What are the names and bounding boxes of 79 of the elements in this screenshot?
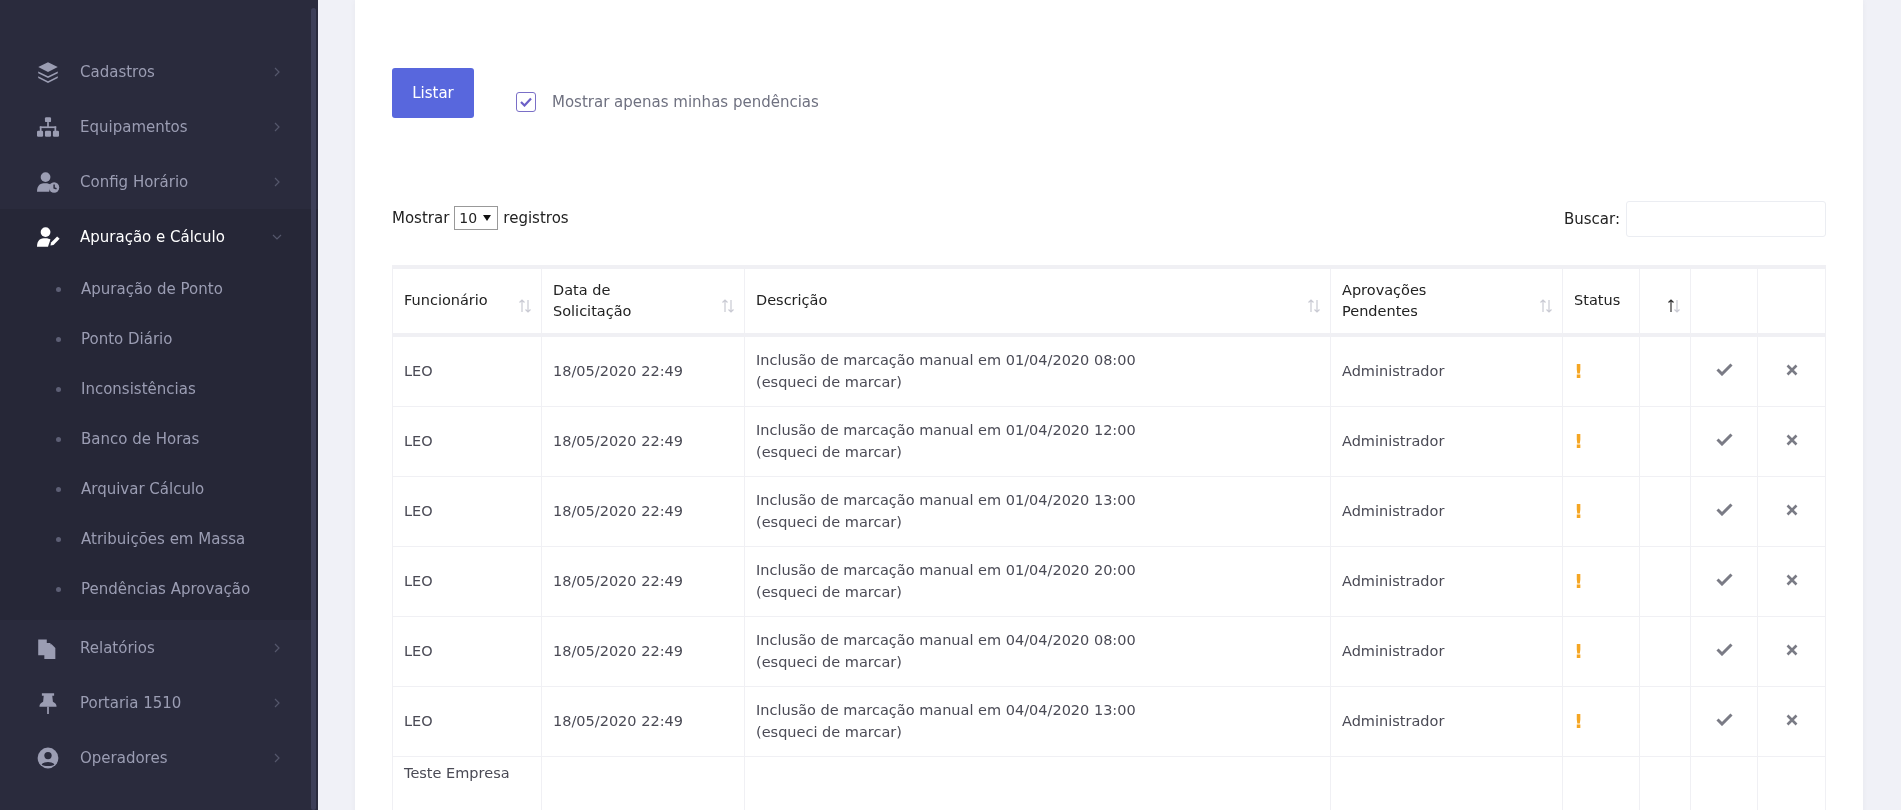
sort-icon[interactable] <box>1667 299 1681 313</box>
user-clock-icon <box>36 170 60 193</box>
submenu-item[interactable]: Inconsistências <box>0 364 318 414</box>
pending-approver: Administrador <box>1342 503 1445 519</box>
chevron-right-icon <box>272 697 282 708</box>
request-description: Inclusão de marcação manual em 01/04/2020 08:00 (esqueci de marcar) <box>756 351 1137 392</box>
reject-x-icon[interactable] <box>1785 364 1798 376</box>
chevron-right-icon <box>272 176 282 187</box>
employee-name: Teste Empresa <box>404 765 510 781</box>
sidebar-item[interactable]: Cadastros <box>0 44 318 99</box>
approve-check-icon[interactable] <box>1715 433 1733 446</box>
request-date: 18/05/2020 22:49 <box>553 363 683 379</box>
employee-name: LEO <box>404 363 433 379</box>
request-description: Inclusão de marcação manual em 04/04/2020 08:00 (esqueci de marcar) <box>756 631 1137 672</box>
chevron-right-icon <box>272 66 282 77</box>
submenu-item[interactable]: Apuração de Ponto <box>0 264 318 314</box>
checkbox[interactable] <box>516 92 536 112</box>
request-description: Inclusão de marcação manual em 04/04/2020 13:00 (esqueci de marcar) <box>756 701 1137 742</box>
employee-name: LEO <box>404 643 433 659</box>
dropdown-arrow-icon <box>483 215 492 221</box>
checkbox-label: Mostrar apenas minhas pendências <box>552 93 819 111</box>
layers-icon <box>36 60 60 83</box>
status-pending: ! <box>1574 429 1584 453</box>
approve-check-icon[interactable] <box>1715 363 1733 376</box>
pending-approver: Administrador <box>1342 713 1445 729</box>
user-circle-icon <box>36 746 60 769</box>
sidebar-item[interactable]: Config Horário <box>0 154 318 209</box>
reject-x-icon[interactable] <box>1785 714 1798 726</box>
pending-approver: Administrador <box>1342 433 1445 449</box>
approve-check-icon[interactable] <box>1715 503 1733 516</box>
submenu-item[interactable]: Atribuições em Massa <box>0 514 318 564</box>
submenu-item[interactable]: Banco de Horas <box>0 414 318 464</box>
submenu-item[interactable]: Pendências Aprovação <box>0 564 318 614</box>
sidebar-item[interactable]: Portaria 1510 <box>0 675 318 730</box>
chevron-right-icon <box>272 642 282 653</box>
request-date: 18/05/2020 22:49 <box>553 503 683 519</box>
reject-x-icon[interactable] <box>1785 644 1798 656</box>
employee-name: LEO <box>404 433 433 449</box>
request-date: 18/05/2020 22:49 <box>553 433 683 449</box>
request-description: Inclusão de marcação manual em 01/04/2020 20:00 (esqueci de marcar) <box>756 561 1137 602</box>
employee-name: LEO <box>404 503 433 519</box>
pending-approver: Administrador <box>1342 643 1445 659</box>
sidebar-item[interactable]: Equipamentos <box>0 99 318 154</box>
request-description: Inclusão de marcação manual em 01/04/2020 12:00 (esqueci de marcar) <box>756 421 1137 462</box>
status-pending: ! <box>1574 359 1584 383</box>
approve-check-icon[interactable] <box>1715 643 1733 656</box>
user-pen-icon <box>36 225 60 248</box>
checkmark-icon <box>520 97 532 107</box>
chevron-right-icon <box>272 121 282 132</box>
submenu-item[interactable]: Arquivar Cálculo <box>0 464 318 514</box>
pending-approver: Administrador <box>1342 573 1445 589</box>
approve-check-icon[interactable] <box>1715 573 1733 586</box>
search-label: Buscar: <box>1564 210 1620 228</box>
page-size-select[interactable]: 10 <box>454 206 499 230</box>
employee-name: LEO <box>404 713 433 729</box>
reject-x-icon[interactable] <box>1785 574 1798 586</box>
list-button[interactable]: Listar <box>392 68 474 118</box>
employee-name: LEO <box>404 573 433 589</box>
request-date: 18/05/2020 22:49 <box>553 643 683 659</box>
request-date: 18/05/2020 22:49 <box>553 713 683 729</box>
sidebar-item[interactable]: Relatórios <box>0 620 318 675</box>
reject-x-icon[interactable] <box>1785 434 1798 446</box>
reject-x-icon[interactable] <box>1785 504 1798 516</box>
length-label: registros <box>503 209 569 227</box>
request-date: 18/05/2020 22:49 <box>553 573 683 589</box>
chevron-right-icon <box>272 752 282 763</box>
length-label: Mostrar <box>392 209 450 227</box>
pending-approver: Administrador <box>1342 363 1445 379</box>
sidebar-item[interactable]: Apuração e Cálculo <box>0 209 318 264</box>
approve-check-icon[interactable] <box>1715 713 1733 726</box>
request-description: Inclusão de marcação manual em 01/04/2020 13:00 (esqueci de marcar) <box>756 491 1137 532</box>
status-pending: ! <box>1574 569 1584 593</box>
column-header[interactable]: Descrição <box>756 290 886 312</box>
status-pending: ! <box>1574 709 1584 733</box>
status-pending: ! <box>1574 639 1584 663</box>
status-pending: ! <box>1574 499 1584 523</box>
submenu-item[interactable]: Ponto Diário <box>0 314 318 364</box>
sitemap-icon <box>36 115 60 138</box>
sidebar-item[interactable]: Operadores <box>0 730 318 785</box>
